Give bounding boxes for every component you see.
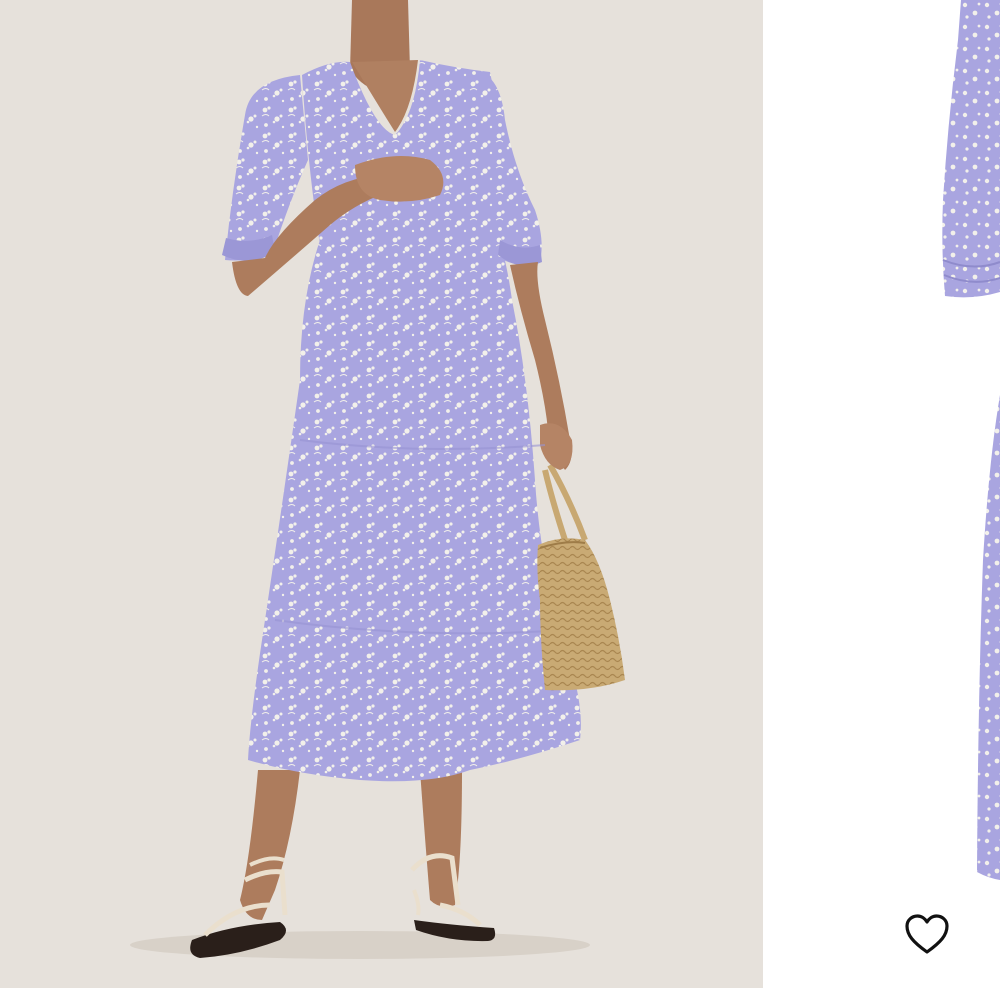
product-photo-flat[interactable] <box>763 0 1000 988</box>
model-illustration <box>130 0 625 959</box>
left-hand <box>355 156 444 202</box>
straw-basket <box>537 538 625 691</box>
flat-dress-illustration <box>942 0 1000 880</box>
favorite-button[interactable] <box>903 912 951 956</box>
flat-sleeve <box>942 0 1000 298</box>
left-leg <box>240 770 300 920</box>
product-image-gallery <box>0 0 1000 1000</box>
heart-outline-icon <box>905 914 949 954</box>
product-photo-model[interactable] <box>0 0 763 988</box>
flat-skirt <box>977 395 1000 880</box>
